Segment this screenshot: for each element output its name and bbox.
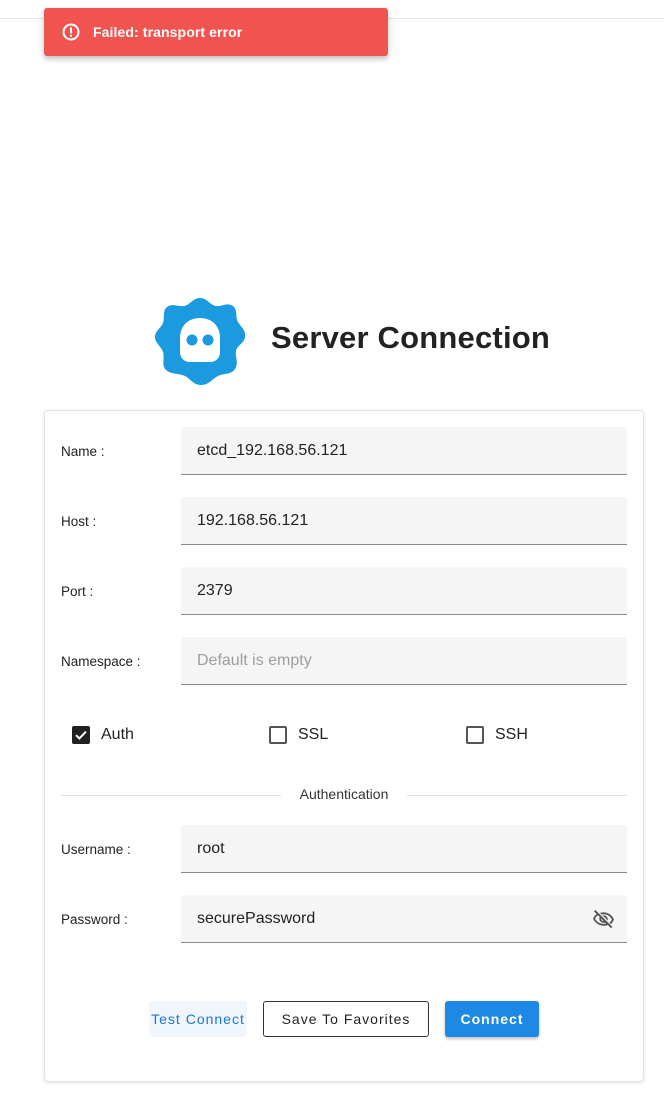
page-title: Server Connection <box>271 320 551 355</box>
ssh-checkbox-box[interactable] <box>466 726 484 744</box>
ssh-checkbox[interactable]: SSH <box>455 721 528 749</box>
namespace-row: Namespace : <box>61 637 627 685</box>
host-input[interactable] <box>181 497 627 544</box>
username-input[interactable] <box>181 825 627 872</box>
host-field-container <box>181 497 627 545</box>
name-field-container <box>181 427 627 475</box>
error-icon <box>61 22 81 42</box>
name-input[interactable] <box>181 427 627 474</box>
eye-off-icon[interactable] <box>592 908 615 931</box>
error-toast: Failed: transport error <box>44 8 388 56</box>
password-input[interactable] <box>181 895 627 942</box>
etcd-logo <box>155 298 246 385</box>
port-label: Port : <box>61 584 94 599</box>
username-row: Username : <box>61 825 627 873</box>
test-connect-button[interactable]: Test Connect <box>149 1001 247 1037</box>
port-row: Port : <box>61 567 627 615</box>
save-to-favorites-button[interactable]: Save To Favorites <box>263 1001 429 1037</box>
connection-form: Name : Host : Port : Namespace : Auth <box>44 410 644 1082</box>
ssl-checkbox[interactable]: SSL <box>258 721 328 749</box>
username-label: Username : <box>61 842 131 857</box>
namespace-input[interactable] <box>181 637 627 684</box>
check-icon <box>75 730 87 740</box>
password-label: Password : <box>61 912 128 927</box>
name-row: Name : <box>61 427 627 475</box>
password-row: Password : <box>61 895 627 943</box>
toast-message: Failed: transport error <box>93 24 243 40</box>
authentication-section-title: Authentication <box>299 786 389 802</box>
connect-button[interactable]: Connect <box>445 1001 539 1037</box>
auth-checkbox-box[interactable] <box>72 726 90 744</box>
ssh-checkbox-label[interactable]: SSH <box>495 726 528 744</box>
password-field-container <box>181 895 627 943</box>
auth-checkbox-label[interactable]: Auth <box>101 726 134 744</box>
port-input[interactable] <box>181 567 627 614</box>
host-row: Host : <box>61 497 627 545</box>
name-label: Name : <box>61 444 105 459</box>
page-header: Server Connection <box>154 296 574 386</box>
namespace-label: Namespace : <box>61 654 141 669</box>
authentication-divider: Authentication <box>61 783 627 803</box>
form-actions: Test Connect Save To Favorites Connect <box>45 1001 645 1037</box>
host-label: Host : <box>61 514 97 529</box>
divider-line-right <box>407 795 627 796</box>
auth-checkbox[interactable]: Auth <box>61 721 134 749</box>
namespace-field-container <box>181 637 627 685</box>
connection-options: Auth SSL SSH <box>61 721 627 749</box>
port-field-container <box>181 567 627 615</box>
ssl-checkbox-box[interactable] <box>269 726 287 744</box>
username-field-container <box>181 825 627 873</box>
ssl-checkbox-label[interactable]: SSL <box>298 726 328 744</box>
